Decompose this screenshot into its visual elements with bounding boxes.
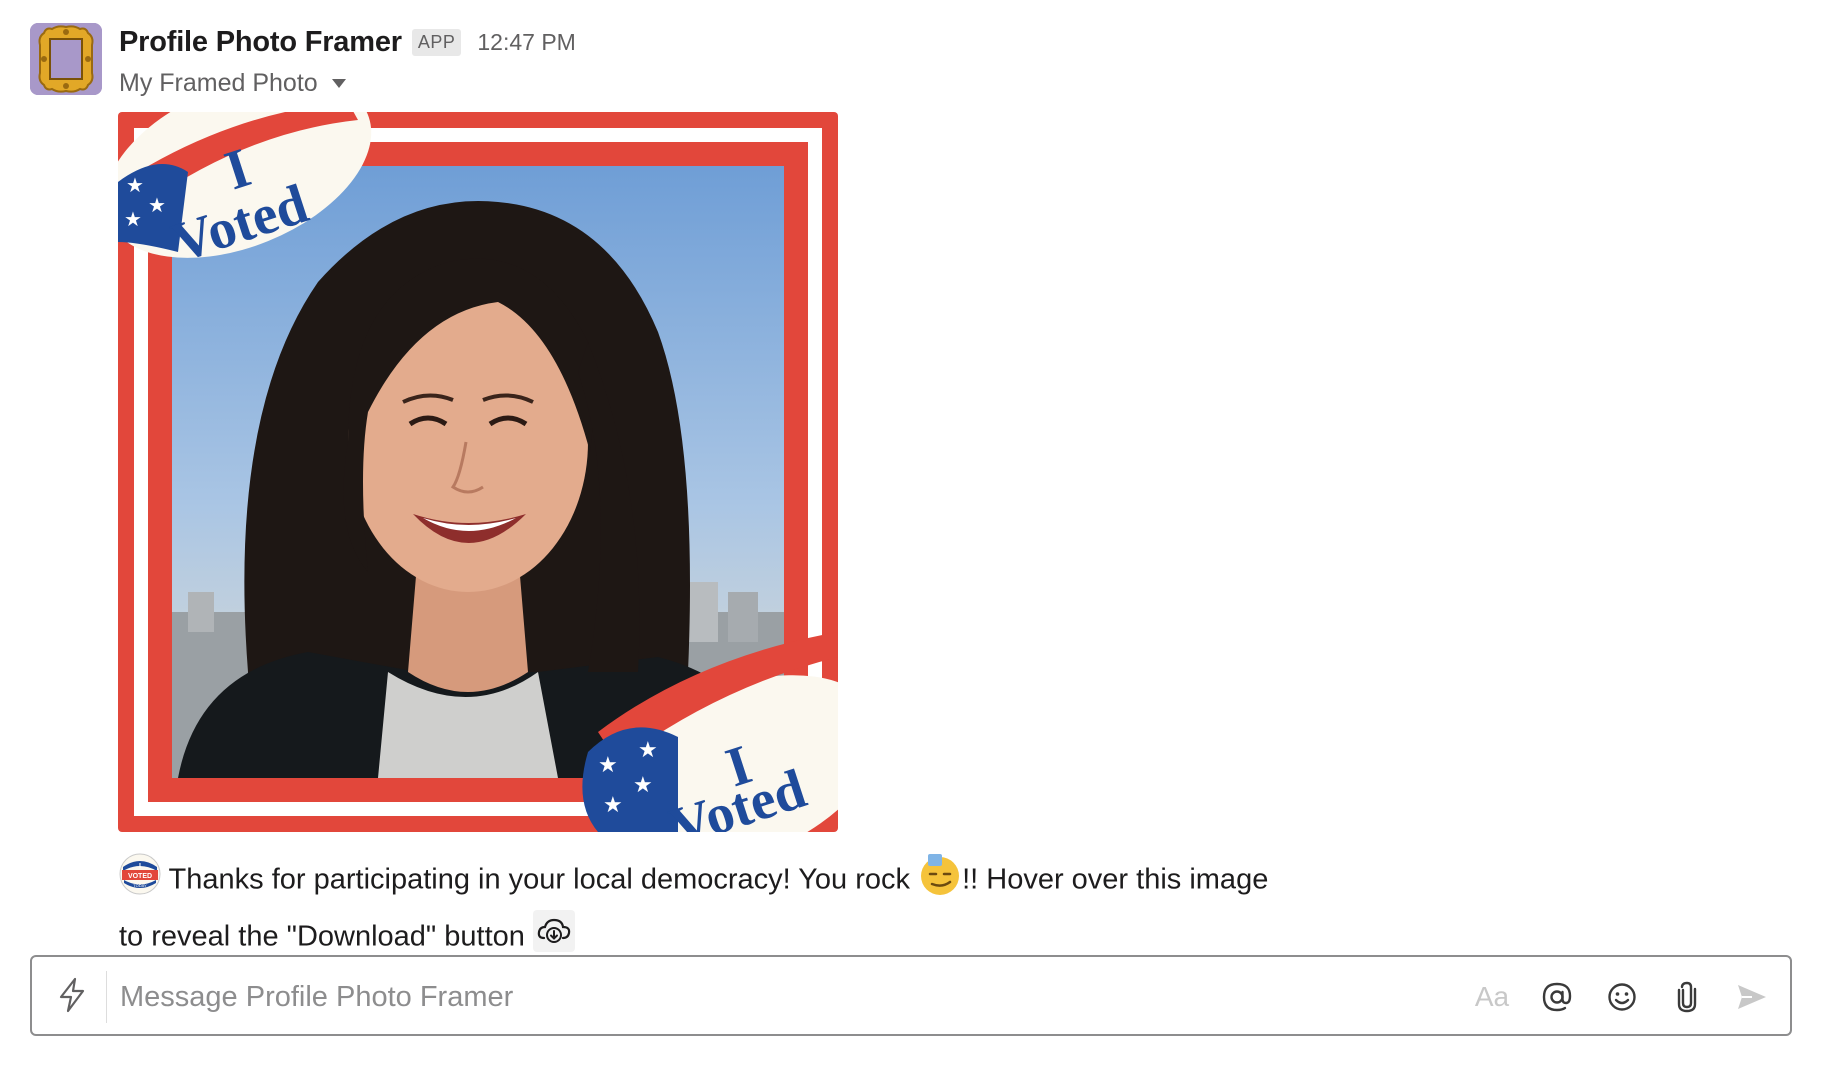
svg-text:★: ★ [633,772,653,797]
message-text-part2: !! Hover over this image [962,863,1269,896]
app-avatar[interactable] [30,23,102,95]
app-badge: APP [411,28,462,56]
message-input[interactable] [118,965,1422,1029]
caret-down-icon[interactable] [331,79,346,88]
i-voted-sticker-icon: I VOTED TODAY [119,853,161,909]
sticker-emoji-mid-text: VOTED [128,873,152,880]
lightning-bolt-icon[interactable] [52,975,92,1015]
attachment-title[interactable]: My Framed Photo [119,69,346,98]
format-button[interactable]: Aa [1472,977,1512,1017]
send-icon[interactable] [1732,977,1772,1017]
message-header: Profile Photo Framer APP 12:47 PM [119,22,576,62]
message-text-part1: Thanks for participating in your local d… [168,863,911,896]
svg-text:★: ★ [598,752,618,777]
smirk-emoji-icon [918,852,962,910]
message-timestamp[interactable]: 12:47 PM [477,29,575,56]
message-body: I VOTED TODAY Thanks for participating i… [119,852,1319,966]
sticker-emoji-bottom-text: TODAY [133,883,147,888]
sticker-emoji-top-text: I [139,863,141,870]
picture-frame-icon [30,23,102,95]
emoji-icon[interactable] [1602,977,1642,1017]
svg-text:★: ★ [603,792,623,817]
framed-photo-graphic: ★ ★ ★ I Voted ★ ★ ★ ★ I Voted [118,112,838,832]
attachment-title-label: My Framed Photo [119,69,318,97]
sender-name[interactable]: Profile Photo Framer [119,26,402,59]
mention-icon[interactable] [1537,977,1577,1017]
paperclip-icon[interactable] [1667,977,1707,1017]
format-label: Aa [1474,981,1510,1012]
svg-text:★: ★ [638,737,658,762]
message-text-part3: to reveal the "Download" button [119,920,525,953]
composer-divider [106,971,107,1023]
svg-text:★: ★ [124,209,142,231]
svg-text:★: ★ [148,195,166,217]
svg-text:★: ★ [126,175,144,197]
message-composer: Aa [30,955,1792,1036]
framed-photo-image[interactable]: ★ ★ ★ I Voted ★ ★ ★ ★ I Voted [118,112,838,832]
